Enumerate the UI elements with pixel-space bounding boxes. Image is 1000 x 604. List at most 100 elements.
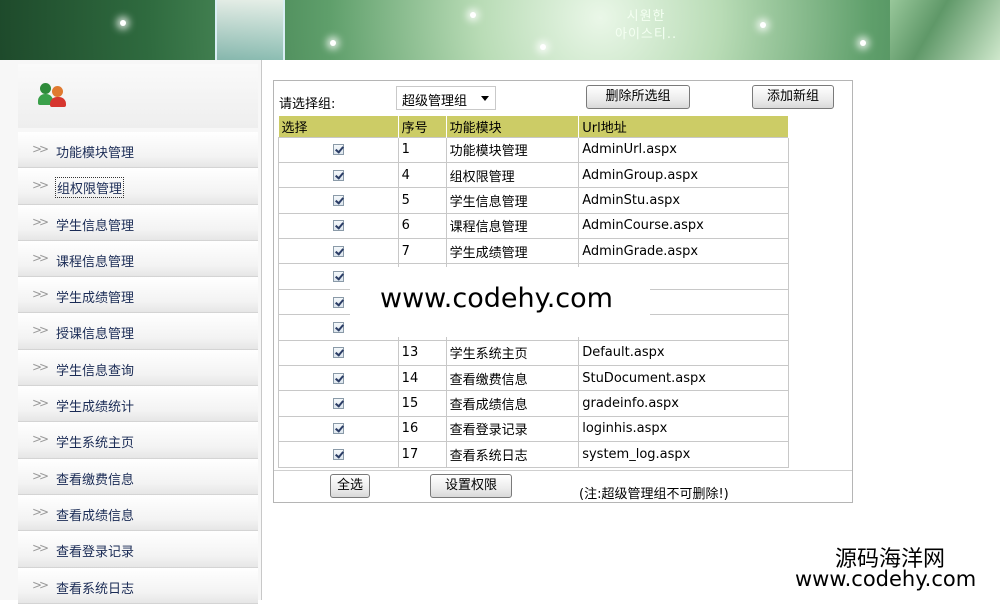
row-module: 学生信息管理 [445,187,580,214]
row-module: 查看系统日志 [445,441,580,468]
row-checkbox[interactable] [332,398,344,410]
row-checkbox[interactable] [332,296,344,308]
select-cell [278,187,399,214]
table-row: 4 组权限管理 AdminGroup.aspx [278,161,789,189]
sidebar-item[interactable]: >> 功能模块管理 [18,132,258,169]
row-checkbox[interactable] [332,169,344,181]
row-checkbox[interactable] [332,448,344,460]
column-header-module: 功能模块 [446,116,580,137]
banner-korean-line2: 아이스티.. [615,27,678,42]
banner-sparkle [760,22,766,28]
row-checkbox[interactable] [332,220,344,232]
row-checkbox[interactable] [332,194,344,206]
users-icon [38,83,68,107]
row-module: 查看缴费信息 [445,365,580,392]
double-chevron-right-icon: >> [32,287,49,302]
row-checkbox[interactable] [332,271,344,283]
banner-korean-text: 시원한 아이스티.. [615,8,677,44]
sidebar-item[interactable]: >> 学生信息管理 [18,204,258,241]
row-checkbox[interactable] [332,423,344,435]
sidebar-item-label: 学生系统主页 [56,436,135,452]
header-banner: 시원한 아이스티.. [0,0,1000,60]
double-chevron-right-icon: >> [32,323,49,338]
row-checkbox[interactable] [332,372,344,384]
select-cell [278,415,399,443]
row-module: 查看登录记录 [445,415,580,443]
row-module: 课程信息管理 [445,212,580,240]
banner-sparkle [470,12,476,18]
row-checkbox[interactable] [332,347,344,359]
row-module: 学生成绩管理 [445,238,580,265]
delete-group-button[interactable]: 删除所选组 [586,85,690,109]
select-cell [278,441,399,468]
sidebar-logo-area [18,64,258,128]
set-permission-button[interactable]: 设置权限 [430,474,512,498]
row-number: 7 [397,238,447,265]
select-cell [278,390,399,417]
sidebar-item-label: 学生信息管理 [56,218,135,234]
footer-note: (注:超级管理组不可删除!) [579,487,729,502]
row-number: 16 [397,415,447,443]
table-row: 13 学生系统主页 Default.aspx [278,339,789,367]
column-header-select: 选择 [278,116,399,137]
sidebar-item-label: 学生信息查询 [56,363,135,379]
table-header-row: 选择 序号 功能模块 Url地址 [278,116,789,137]
banner-sparkle [540,44,546,50]
row-number: 13 [397,339,447,367]
double-chevron-right-icon: >> [32,432,49,447]
row-url: loginhis.aspx [578,415,789,443]
banner-glass-image [215,0,285,60]
sidebar-item-label: 课程信息管理 [56,254,135,270]
row-number: 6 [397,212,447,240]
sidebar-item[interactable]: >> 查看系统日志 [18,567,258,604]
sidebar-item[interactable]: >> 学生成绩统计 [18,386,258,423]
sidebar-item[interactable]: >> 学生信息查询 [18,349,258,387]
sidebar: >> 功能模块管理 >> 组权限管理 >> 学生信息管理 >> 课程信息管理 >> 学生成绩管理 >… [0,60,262,604]
row-checkbox[interactable] [332,144,344,156]
double-chevron-right-icon: >> [32,468,49,483]
sidebar-item-label: 查看成绩信息 [56,508,135,524]
double-chevron-right-icon: >> [32,541,49,556]
sidebar-item-label: 组权限管理 [55,177,125,199]
sidebar-item[interactable]: >> 查看成绩信息 [18,494,258,532]
sidebar-item[interactable]: >> 查看缴费信息 [18,458,258,495]
row-url: AdminStu.aspx [578,187,789,214]
sidebar-item-label: 查看登录记录 [56,545,135,561]
sidebar-item[interactable]: >> 课程信息管理 [18,240,258,278]
add-group-button[interactable]: 添加新组 [752,85,834,109]
sidebar-item[interactable]: >> 组权限管理 [18,168,258,205]
double-chevron-right-icon: >> [32,214,49,229]
banner-sparkle [860,40,866,46]
sidebar-item-label: 查看缴费信息 [56,472,135,488]
row-checkbox[interactable] [332,245,344,257]
double-chevron-right-icon: >> [32,178,49,193]
column-header-no: 序号 [398,116,447,137]
sidebar-item-label: 授课信息管理 [56,327,135,343]
row-number: 15 [397,390,447,417]
row-url: gradeinfo.aspx [578,390,789,417]
row-number: 4 [397,161,447,189]
sidebar-menu: >> 功能模块管理 >> 组权限管理 >> 学生信息管理 >> 课程信息管理 >> 学生成绩管理 >… [18,132,258,604]
row-checkbox[interactable] [332,321,344,333]
banner-korean-line1: 시원한 [626,9,666,24]
sidebar-item[interactable]: >> 查看登录记录 [18,531,258,568]
sidebar-item[interactable]: >> 学生系统主页 [18,422,258,459]
row-url: AdminCourse.aspx [578,212,789,240]
select-cell [278,136,399,163]
sidebar-item-label: 学生成绩统计 [56,400,135,416]
table-row: 6 课程信息管理 AdminCourse.aspx [278,212,789,240]
banner-sparkle [120,20,126,26]
table-row: 16 查看登录记录 loginhis.aspx [278,415,789,443]
group-select[interactable]: 超级管理组 [396,86,496,110]
sidebar-item[interactable]: >> 学生成绩管理 [18,277,258,314]
sidebar-item[interactable]: >> 授课信息管理 [18,313,258,350]
select-all-button[interactable]: 全选 [330,474,370,498]
watermark-corner-url: www.codehy.com [795,567,977,591]
chevron-down-icon [481,96,489,101]
row-url: Default.aspx [578,339,789,367]
row-number: 5 [397,187,447,214]
sidebar-item-label: 学生成绩管理 [56,291,135,307]
sidebar-item-label: 功能模块管理 [56,146,135,161]
banner-leaf-image [890,0,1000,60]
double-chevron-right-icon: >> [32,359,49,374]
